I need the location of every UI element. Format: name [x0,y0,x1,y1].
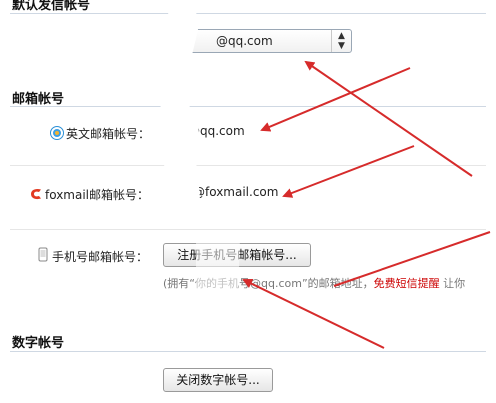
arrow-to-english-account [260,67,411,132]
arrow-line-upper [333,231,491,287]
arrow-to-foxmail-account [282,145,415,198]
annotation-arrows [242,60,491,349]
arrow-to-default-sender [304,60,473,177]
arrow-to-mobile-button [242,278,385,349]
